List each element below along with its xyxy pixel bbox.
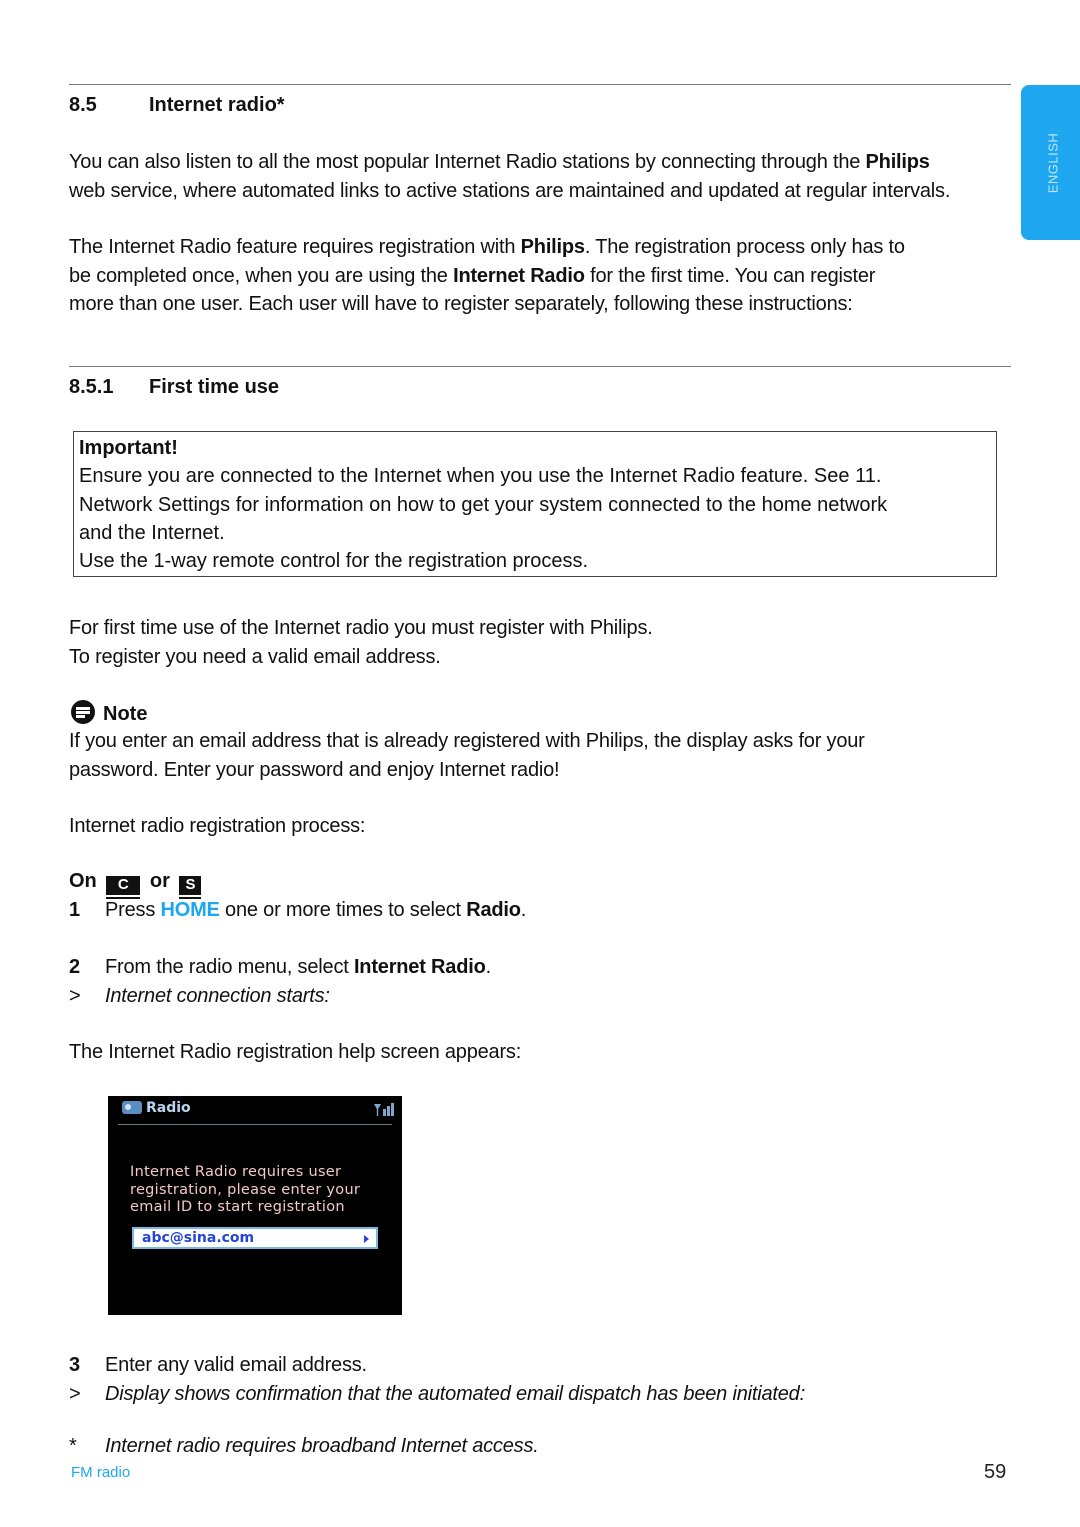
intro-text: for the first time. You can register (584, 264, 876, 287)
page-number: 59 (984, 1461, 1007, 1483)
step-3: 3 Enter any valid email address. > Display… (69, 1351, 1014, 1408)
note-title: Note (103, 703, 148, 725)
step-number: 3 (69, 1354, 80, 1376)
section-divider (69, 84, 1011, 85)
signal-strength-icon (374, 1102, 394, 1116)
arrow-right-icon (364, 1235, 369, 1243)
screen-message: Internet Radio requires user registratio… (130, 1164, 360, 1217)
classic-mode-icon: C (106, 876, 141, 897)
step-text: From the radio menu, select (105, 956, 354, 978)
screen-message-line: registration, please enter your (130, 1181, 361, 1198)
important-line: Ensure you are connected to the Internet… (79, 465, 882, 488)
step-text: . (520, 899, 527, 921)
on-label: On (69, 870, 97, 892)
note-icon (71, 700, 95, 724)
device-screen: Radio Internet Radio requires user regis… (108, 1096, 402, 1315)
footnote: * Internet radio requires broadband Inter… (69, 1432, 1014, 1461)
section-number: 8.5 (69, 94, 97, 116)
feature-name: Internet Radio (453, 264, 585, 287)
language-tab-label: ENGLISH (1045, 132, 1061, 193)
important-line: and the Internet. (79, 521, 225, 544)
screen-header: Radio (122, 1100, 191, 1116)
step-1: 1 Press HOME one or more times to select … (69, 896, 1014, 925)
subsection-divider (69, 366, 1011, 367)
brand-name: Philips (520, 236, 585, 258)
step-text: one or more times to select (219, 899, 467, 921)
intro-text: be completed once, when you are using th… (69, 264, 454, 287)
first-use-paragraph: For first time use of the Internet radio… (69, 614, 1014, 671)
step-result: Display shows confirmation that the auto… (105, 1382, 805, 1405)
important-line: Use the 1-way remote control for the reg… (79, 550, 589, 573)
screen-message-line: email ID to start registration (130, 1199, 345, 1215)
subsection-heading: 8.5.1 First time use (69, 376, 279, 399)
screen-title: Radio (146, 1100, 191, 1116)
intro-text: The Internet Radio feature requires regi… (69, 236, 521, 258)
footer-chapter: FM radio (71, 1464, 131, 1481)
step-number: 2 (69, 956, 80, 978)
email-value: abc@sina.com (142, 1230, 255, 1246)
important-title: Important! (79, 437, 178, 459)
section-title: Internet radio* (149, 94, 285, 116)
section-heading: 8.5 Internet radio* (69, 94, 285, 117)
first-use-line: For first time use of the Internet radio… (69, 617, 653, 639)
intro-text: more than one user. Each user will have … (69, 293, 853, 315)
or-label: or (149, 870, 170, 892)
home-key-label: HOME (160, 899, 220, 921)
result-marker: > (69, 1382, 81, 1405)
intro-text: web service, where automated links to ac… (69, 179, 951, 202)
intro-paragraph-1: You can also listen to all the most popu… (69, 148, 1014, 205)
subsection-number: 8.5.1 (69, 376, 114, 398)
screen-header-divider (118, 1124, 392, 1125)
mode-line: On C or S (69, 870, 205, 897)
footnote-text: Internet radio requires broadband Intern… (105, 1435, 539, 1457)
footnote-marker: * (69, 1435, 77, 1457)
important-box: Important! Ensure you are connected to t… (73, 431, 997, 577)
first-use-line: To register you need a valid email addre… (69, 645, 441, 668)
result-marker: > (69, 984, 81, 1007)
step-2: 2 From the radio menu, select Internet Ra… (69, 953, 1014, 1010)
step-text: . (485, 956, 492, 978)
menu-item-name: Internet Radio (353, 956, 486, 978)
brand-name: Philips (865, 151, 930, 173)
screen-message-line: Internet Radio requires user (130, 1164, 342, 1180)
language-tab: ENGLISH (1021, 85, 1080, 240)
note-heading: Note (71, 700, 147, 726)
step-result: Internet connection starts: (105, 984, 330, 1007)
intro-text: You can also listen to all the most popu… (69, 151, 866, 173)
note-line: If you enter an email address that is al… (69, 730, 865, 752)
intro-paragraph-2: The Internet Radio feature requires regi… (69, 233, 1014, 319)
email-field: abc@sina.com (132, 1227, 378, 1249)
help-screen-label: The Internet Radio registration help scr… (69, 1041, 522, 1063)
step-number: 1 (69, 899, 80, 921)
simple-mode-icon: S (179, 876, 202, 897)
step-text: Enter any valid email address. (105, 1354, 367, 1376)
note-body: If you enter an email address that is al… (69, 727, 1014, 784)
menu-item-name: Radio (466, 899, 521, 921)
intro-text: . The registration process only has to (584, 236, 905, 258)
subsection-title: First time use (149, 376, 280, 398)
important-line: Network Settings for information on how … (79, 493, 888, 516)
process-label: Internet radio registration process: (69, 815, 366, 837)
note-line: password. Enter your password and enjoy … (69, 758, 560, 781)
radio-icon (122, 1101, 142, 1114)
step-text: Press (105, 899, 161, 921)
